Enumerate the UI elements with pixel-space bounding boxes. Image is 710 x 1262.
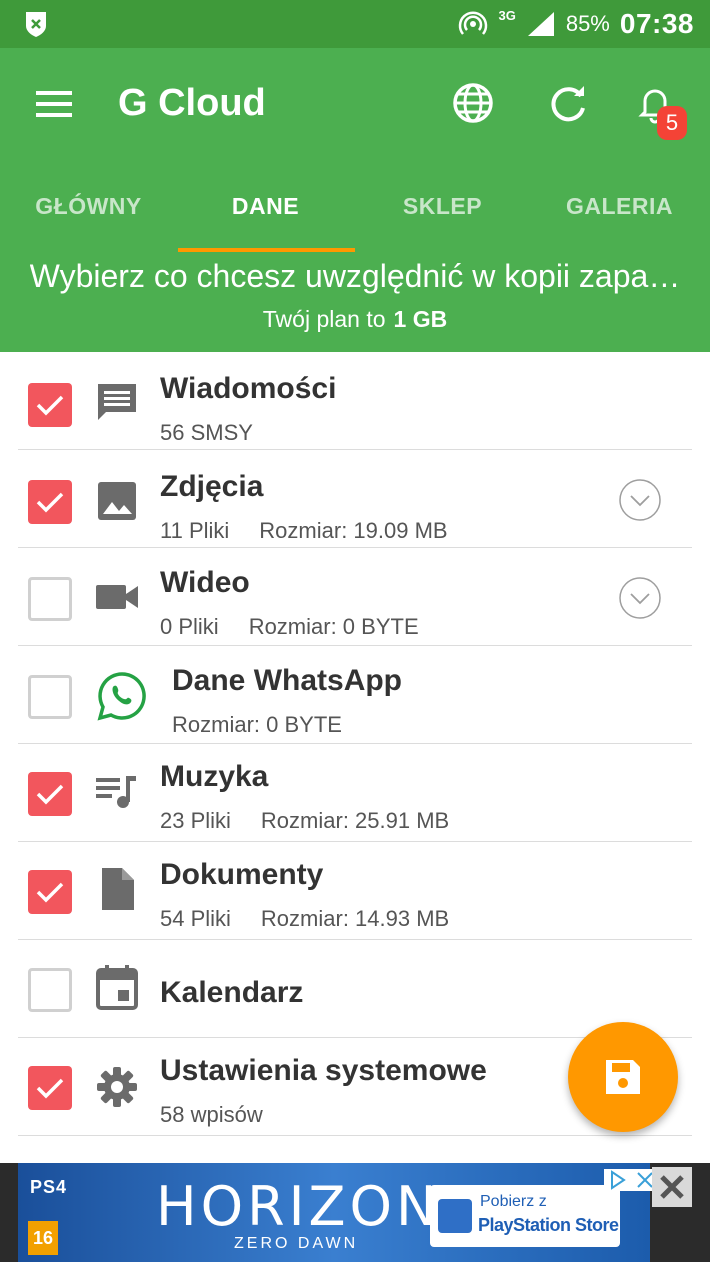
item-title: Dokumenty [160,858,324,891]
list-item-calendar[interactable]: Kalendarz [18,940,692,1038]
checkbox-music[interactable] [28,772,72,816]
item-count: 0 Pliki [160,614,219,639]
signal-icon [527,12,554,36]
status-bar: 3G 85% 07:38 [0,0,710,48]
list-item-music[interactable]: Muzyka 23 Pliki Rozmiar: 25.91 MB [18,744,692,842]
backup-headline: Wybierz co chcesz uwzględnić w kopii zap… [29,258,681,294]
item-count: 23 Pliki [160,808,231,833]
calendar-icon [96,965,138,1010]
message-icon [98,384,136,420]
globe-icon[interactable] [448,78,498,128]
music-icon [96,776,136,808]
battery-level: 85% [565,11,610,36]
notification-badge: 5 [657,106,687,140]
gear-icon [97,1067,137,1107]
item-title: Ustawienia systemowe [160,1054,487,1087]
refresh-icon[interactable] [544,78,594,128]
video-icon [96,585,138,609]
app-bar: G Cloud 5 GŁÓWNY DANE SKLEP GALERIA Wybi… [0,48,710,352]
plan-label: Twój plan to [262,306,386,332]
item-title: Muzyka [160,760,269,793]
item-count: 58 wpisów [160,1102,263,1127]
playstation-store-icon [438,1199,472,1233]
list-item-whatsapp[interactable]: Dane WhatsApp Rozmiar: 0 BYTE [18,646,692,744]
item-details: 11 Pliki Rozmiar: 19.09 MB [160,518,448,544]
active-tab-indicator [178,248,355,252]
ad-platform: PS4 [30,1177,68,1197]
tab-glowny[interactable]: GŁÓWNY [0,178,177,252]
menu-icon[interactable] [34,84,78,124]
list-item-photos[interactable]: Zdjęcia 11 Pliki Rozmiar: 19.09 MB [18,450,692,548]
tab-galeria[interactable]: GALERIA [531,178,708,252]
app-title: G Cloud [118,82,266,124]
whatsapp-icon [97,672,146,721]
item-count: 11 Pliki [160,518,230,543]
item-details: 23 Pliki Rozmiar: 25.91 MB [160,808,449,834]
item-size: Rozmiar: 0 BYTE [248,614,419,639]
age-rating-badge: 16 [28,1221,58,1255]
document-icon [102,868,134,910]
save-backup-button[interactable] [568,1022,678,1132]
network-type: 3G [498,8,516,23]
item-title: Wideo [160,566,250,599]
ad-banner: PS4 16 HORIZON ZERO DAWN Pobierz z PlayS… [0,1163,710,1262]
expand-chevron-icon[interactable] [618,576,662,620]
item-size: Rozmiar: 19.09 MB [259,518,448,543]
plan-value: 1 GB [393,306,448,332]
expand-chevron-icon[interactable] [618,478,662,522]
item-details: 54 Pliki Rozmiar: 14.93 MB [160,906,449,932]
store-line2: PlayStation Store [478,1215,619,1235]
playstation-store-button[interactable]: Pobierz z PlayStation Store [430,1185,620,1247]
tab-sklep[interactable]: SKLEP [354,178,531,252]
list-item-documents[interactable]: Dokumenty 54 Pliki Rozmiar: 14.93 MB [18,842,692,940]
ad-game-subtitle: ZERO DAWN [234,1235,359,1252]
item-size: Rozmiar: 0 BYTE [172,712,342,737]
tab-dane[interactable]: DANE [177,178,354,252]
backup-category-list: Wiadomości 56 SMSY Zdjęcia 11 Pliki Rozmi… [0,352,710,1136]
item-size: Rozmiar: 14.93 MB [260,906,450,931]
tab-bar: GŁÓWNY DANE SKLEP GALERIA [0,178,710,252]
checkbox-whatsapp[interactable] [28,675,72,719]
save-icon [606,1060,640,1094]
item-count: 56 SMSY [160,420,253,445]
store-line1: Pobierz z [480,1193,547,1210]
ad-creative[interactable]: PS4 16 HORIZON ZERO DAWN Pobierz z PlayS… [18,1163,660,1262]
item-title: Wiadomości [160,372,337,405]
close-icon[interactable] [652,1167,692,1207]
clock: 07:38 [619,8,694,39]
item-title: Zdjęcia [160,470,264,503]
item-count: 54 Pliki [160,906,231,931]
list-item-messages[interactable]: Wiadomości 56 SMSY [18,352,692,450]
shield-icon [26,12,46,37]
checkbox-calendar[interactable] [28,968,72,1012]
checkbox-video[interactable] [28,577,72,621]
checkbox-photos[interactable] [28,480,72,524]
ad-game-title: HORIZON [156,1175,441,1238]
checkbox-system-settings[interactable] [28,1066,72,1110]
item-details: 0 Pliki Rozmiar: 0 BYTE [160,614,419,640]
item-title: Kalendarz [160,976,304,1009]
plan-info: Twój plan to 1 GB [0,306,710,333]
item-title: Dane WhatsApp [172,664,403,697]
checkbox-documents[interactable] [28,870,72,914]
image-icon [98,482,136,520]
list-item-video[interactable]: Wideo 0 Pliki Rozmiar: 0 BYTE [18,548,692,646]
hotspot-icon [459,11,488,35]
item-size: Rozmiar: 25.91 MB [260,808,450,833]
checkbox-messages[interactable] [28,383,72,427]
